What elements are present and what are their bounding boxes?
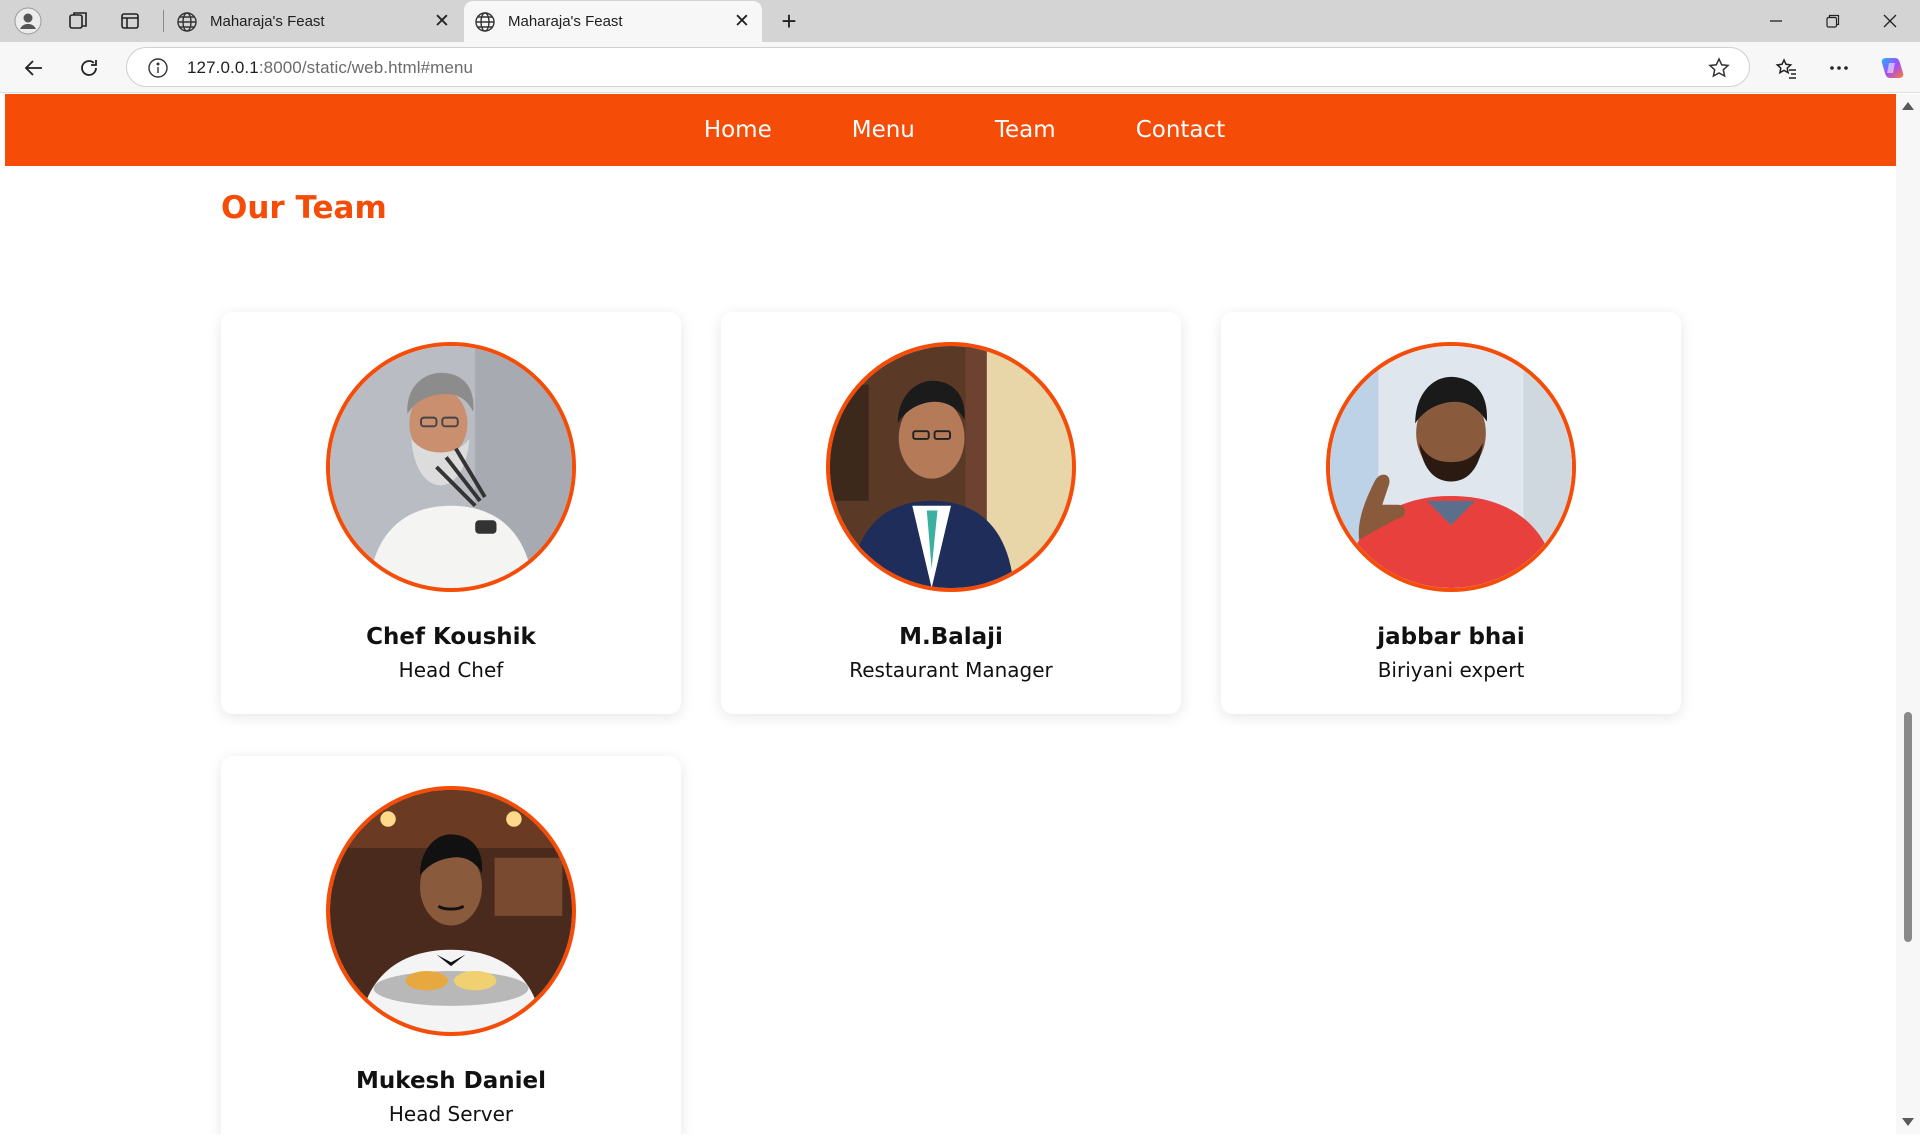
scrollbar-thumb[interactable] — [1904, 712, 1912, 942]
close-window-icon[interactable] — [1870, 6, 1910, 36]
info-icon[interactable] — [147, 57, 169, 79]
back-icon[interactable] — [18, 52, 50, 84]
restore-icon[interactable] — [1813, 6, 1853, 36]
browser-tab-bar: Maharaja's Feast ✕ Maharaja's Feast ✕ + — [0, 0, 1920, 42]
section-title: Our Team — [221, 190, 387, 226]
team-member-photo — [1326, 342, 1576, 592]
site-navbar: Home Menu Team Contact — [5, 94, 1896, 166]
scroll-up-icon[interactable] — [1902, 102, 1914, 110]
team-member-role: Head Chef — [398, 658, 504, 682]
more-options-icon[interactable] — [1823, 52, 1855, 84]
url-host: 127.0.0.1 — [187, 58, 259, 77]
team-member-name: jabbar bhai — [1377, 624, 1525, 650]
workspaces-icon[interactable] — [64, 7, 92, 35]
team-member-name: Chef Koushik — [366, 624, 536, 650]
browser-tab-1[interactable]: Maharaja's Feast ✕ — [166, 1, 462, 42]
tab-actions-icon[interactable] — [116, 7, 144, 35]
tab-title: Maharaja's Feast — [508, 13, 623, 30]
team-card: jabbar bhai Biriyani expert — [1221, 312, 1681, 714]
new-tab-button[interactable]: + — [774, 6, 804, 36]
page-scrollbar[interactable] — [1896, 94, 1920, 1134]
favorite-star-icon[interactable] — [1707, 56, 1731, 80]
address-bar[interactable]: 127.0.0.1:8000/static/web.html#menu — [126, 47, 1750, 87]
scroll-down-icon[interactable] — [1902, 1118, 1914, 1126]
nav-link-team[interactable]: Team — [995, 117, 1056, 143]
globe-icon — [177, 11, 197, 32]
team-member-photo — [826, 342, 1076, 592]
team-member-name: M.Balaji — [899, 624, 1003, 650]
team-card: Mukesh Daniel Head Server — [221, 756, 681, 1134]
copilot-icon[interactable] — [1876, 52, 1908, 84]
tab-separator — [163, 10, 164, 32]
refresh-icon[interactable] — [73, 52, 105, 84]
nav-link-menu[interactable]: Menu — [852, 117, 915, 143]
team-member-role: Restaurant Manager — [849, 658, 1053, 682]
team-member-name: Mukesh Daniel — [356, 1068, 546, 1094]
page-viewport: Home Menu Team Contact Our Team Chef Kou… — [5, 94, 1896, 1134]
browser-tab-2[interactable]: Maharaja's Feast ✕ — [464, 1, 762, 42]
team-member-role: Biriyani expert — [1377, 658, 1525, 682]
close-icon[interactable]: ✕ — [432, 11, 452, 32]
browser-toolbar: 127.0.0.1:8000/static/web.html#menu — [0, 42, 1920, 93]
team-member-photo — [326, 342, 576, 592]
profile-icon[interactable] — [14, 7, 42, 35]
url-path: :8000/static/web.html#menu — [258, 58, 474, 77]
team-card: M.Balaji Restaurant Manager — [721, 312, 1181, 714]
team-member-photo — [326, 786, 576, 1036]
globe-icon — [475, 11, 495, 32]
nav-link-home[interactable]: Home — [704, 117, 772, 143]
minimize-icon[interactable] — [1756, 6, 1796, 36]
tab-title: Maharaja's Feast — [210, 13, 325, 30]
team-member-role: Head Server — [388, 1102, 514, 1126]
nav-link-contact[interactable]: Contact — [1136, 117, 1225, 143]
url-text[interactable]: 127.0.0.1:8000/static/web.html#menu — [187, 58, 473, 78]
team-card: Chef Koushik Head Chef — [221, 312, 681, 714]
close-icon[interactable]: ✕ — [732, 11, 752, 32]
favorites-icon[interactable] — [1770, 52, 1802, 84]
